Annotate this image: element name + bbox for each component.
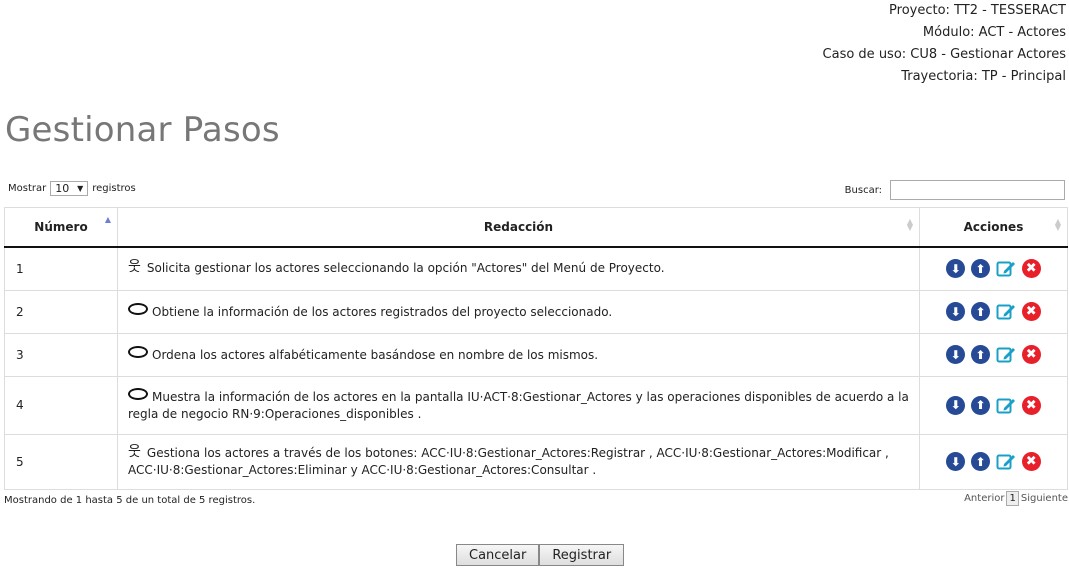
dropdown-arrow-icon: ▼	[77, 184, 84, 193]
edit-icon[interactable]	[996, 345, 1016, 364]
delete-icon[interactable]: ✖	[1021, 452, 1041, 471]
arrow-up-circle-icon[interactable]: ⬆	[971, 259, 991, 279]
delete-icon[interactable]: ✖	[1021, 259, 1041, 279]
numero-header-label: Número	[34, 220, 88, 234]
row-text: Solicita gestionar los actores seleccion…	[146, 261, 665, 276]
steps-table: Número ▲ Redacción ▲ ▼ Acciones ▲ ▼ 1 웃 Sol…	[4, 207, 1068, 490]
edit-icon[interactable]	[996, 259, 1016, 278]
edit-icon[interactable]	[996, 396, 1016, 415]
ellipse-icon	[128, 387, 148, 400]
arrow-down-circle-icon[interactable]: ⬇	[946, 259, 966, 279]
length-suffix: registros	[92, 183, 136, 194]
row-text: Obtiene la información de los actores re…	[152, 304, 613, 319]
table-row: 3 Ordena los actores alfabéticamente bas…	[4, 332, 1068, 377]
row-actions: ⬇ ⬆ ✖	[919, 332, 1068, 377]
length-value: 10	[55, 182, 70, 195]
delete-icon[interactable]: ✖	[1021, 302, 1041, 321]
table-row: 5 웃 Gestiona los actores a través de los …	[4, 433, 1068, 490]
row-text: Muestra la información de los actores en…	[128, 389, 909, 421]
length-select[interactable]: 10 ▼	[50, 181, 89, 196]
row-number: 4	[4, 375, 118, 435]
length-prefix: Mostrar	[8, 183, 47, 194]
row-redaccion: Ordena los actores alfabéticamente basán…	[117, 332, 920, 377]
ellipse-icon	[128, 345, 148, 358]
page-title: Gestionar Pasos	[5, 110, 280, 150]
redaccion-header-label: Redacción	[483, 220, 554, 234]
row-text: Gestiona los actores a través de los bot…	[128, 445, 889, 477]
search-filter: Buscar:	[845, 180, 1065, 200]
proyecto-label: Proyecto: TT2 - TESSERACT	[889, 3, 1066, 18]
arrow-up-circle-icon[interactable]: ⬆	[971, 302, 991, 321]
row-redaccion: 웃 Solicita gestionar los actores seleccio…	[117, 246, 920, 291]
pagination-page-1[interactable]: 1	[1006, 491, 1019, 506]
row-actions: ⬇ ⬆ ✖	[919, 375, 1068, 435]
arrow-up-circle-icon[interactable]: ⬆	[971, 452, 991, 471]
row-text: Ordena los actores alfabéticamente basán…	[152, 347, 599, 362]
context-info: Proyecto: TT2 - TESSERACT Módulo: ACT - …	[823, 0, 1066, 88]
acciones-header-label: Acciones	[963, 220, 1024, 234]
caso-uso-label: Caso de uso: CU8 - Gestionar Actores	[822, 47, 1066, 62]
ellipse-icon	[128, 302, 148, 315]
search-label: Buscar:	[844, 184, 882, 196]
table-row: 1 웃 Solicita gestionar los actores selecc…	[4, 246, 1068, 291]
row-number: 2	[4, 289, 118, 334]
arrow-up-circle-icon[interactable]: ⬆	[971, 345, 991, 364]
sort-both-icon: ▲ ▼	[1054, 217, 1061, 232]
column-header-acciones[interactable]: Acciones ▲ ▼	[919, 207, 1068, 248]
row-number: 5	[4, 433, 118, 490]
column-header-redaccion[interactable]: Redacción ▲ ▼	[117, 207, 920, 248]
arrow-down-circle-icon[interactable]: ⬇	[946, 345, 966, 364]
row-actions: ⬇ ⬆ ✖	[919, 433, 1068, 490]
column-header-numero[interactable]: Número ▲	[4, 207, 118, 248]
trayectoria-label: Trayectoria: TP - Principal	[901, 69, 1066, 84]
arrow-down-circle-icon[interactable]: ⬇	[946, 452, 966, 471]
form-buttons: Cancelar Registrar	[456, 544, 625, 566]
cancel-button[interactable]: Cancelar	[456, 544, 540, 566]
table-row: 4 Muestra la información de los actores …	[4, 375, 1068, 435]
edit-icon[interactable]	[996, 452, 1016, 471]
table-info: Mostrando de 1 hasta 5 de un total de 5 …	[4, 495, 256, 506]
row-actions: ⬇ ⬆ ✖	[919, 289, 1068, 334]
delete-icon[interactable]: ✖	[1021, 345, 1041, 364]
table-row: 2 Obtiene la información de los actores …	[4, 289, 1068, 334]
stick-figure-icon: 웃	[128, 443, 141, 460]
row-number: 1	[4, 246, 118, 291]
arrow-up-circle-icon[interactable]: ⬆	[971, 395, 991, 415]
delete-icon[interactable]: ✖	[1021, 395, 1041, 415]
pagination-previous[interactable]: Anterior	[964, 493, 1004, 504]
arrow-down-circle-icon[interactable]: ⬇	[946, 395, 966, 415]
row-redaccion: 웃 Gestiona los actores a través de los bo…	[117, 433, 920, 490]
edit-icon[interactable]	[996, 302, 1016, 321]
pagination: Anterior 1 Siguiente	[964, 491, 1068, 506]
arrow-down-circle-icon[interactable]: ⬇	[946, 302, 966, 321]
sort-asc-icon: ▲	[104, 215, 111, 224]
modulo-label: Módulo: ACT - Actores	[922, 25, 1066, 40]
register-button[interactable]: Registrar	[539, 544, 625, 566]
sort-both-icon: ▲ ▼	[906, 217, 913, 232]
row-actions: ⬇ ⬆ ✖	[919, 246, 1068, 291]
row-redaccion: Muestra la información de los actores en…	[117, 375, 920, 435]
pagination-next[interactable]: Siguiente	[1021, 493, 1068, 504]
row-number: 3	[4, 332, 118, 377]
search-input[interactable]	[890, 180, 1065, 200]
stick-figure-icon: 웃	[128, 259, 141, 276]
length-menu: Mostrar 10 ▼ registros	[8, 181, 136, 196]
row-redaccion: Obtiene la información de los actores re…	[117, 289, 920, 334]
